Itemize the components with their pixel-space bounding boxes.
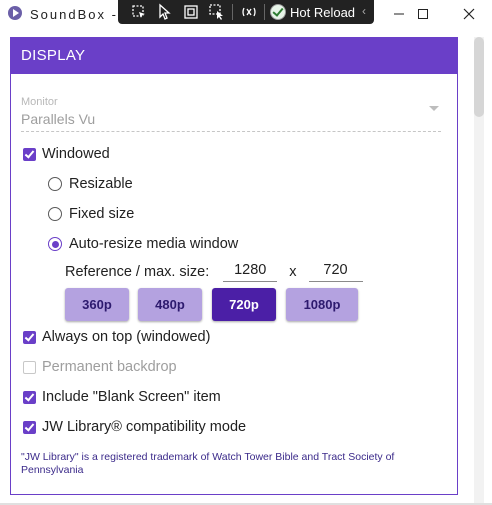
permanent-backdrop-checkbox[interactable]: Permanent backdrop xyxy=(23,359,177,375)
maximize-button[interactable] xyxy=(400,0,446,28)
resolution-720p-button[interactable]: 720p xyxy=(212,288,276,321)
checkbox-checked-icon xyxy=(23,390,36,404)
jw-library-checkbox[interactable]: JW Library® compatibility mode xyxy=(23,419,246,435)
resolution-1080p-button[interactable]: 1080p xyxy=(286,288,358,321)
app-icon xyxy=(8,6,22,20)
maximize-icon xyxy=(418,9,428,19)
toolbar-separator xyxy=(232,4,233,20)
checkbox-checked-icon xyxy=(23,330,36,344)
scrollbar-thumb[interactable] xyxy=(474,37,484,117)
fixed-size-radio[interactable]: Fixed size xyxy=(48,206,134,222)
resizable-radio[interactable]: Resizable xyxy=(48,176,133,192)
auto-resize-label: Auto-resize media window xyxy=(69,236,239,252)
resizable-label: Resizable xyxy=(69,176,133,192)
radio-unselected-icon xyxy=(48,177,62,191)
fixed-size-label: Fixed size xyxy=(69,206,135,222)
blank-screen-checkbox[interactable]: Include "Blank Screen" item xyxy=(23,389,221,405)
auto-resize-radio[interactable]: Auto-resize media window xyxy=(48,236,238,252)
reference-size-label: Reference / max. size: xyxy=(65,264,210,280)
layout-bounds-icon[interactable] xyxy=(182,3,200,21)
checkbox-checked-icon xyxy=(23,147,36,161)
windowed-label: Windowed xyxy=(42,146,110,162)
reference-width-input[interactable] xyxy=(223,262,278,282)
blank-screen-label: Include "Blank Screen" item xyxy=(42,389,221,405)
always-on-top-label: Always on top (windowed) xyxy=(42,329,211,345)
resolution-360p-button[interactable]: 360p xyxy=(65,288,129,321)
display-settings-card: DISPLAY Monitor Parallels Vu Windowed Re… xyxy=(10,37,458,495)
jw-library-label: JW Library® compatibility mode xyxy=(42,419,247,435)
always-on-top-checkbox[interactable]: Always on top (windowed) xyxy=(23,329,210,345)
close-button[interactable] xyxy=(446,0,492,28)
size-separator: x xyxy=(289,264,297,280)
windowed-checkbox[interactable]: Windowed xyxy=(23,146,110,162)
resolution-480p-button[interactable]: 480p xyxy=(138,288,202,321)
checkbox-unchecked-icon xyxy=(23,360,36,374)
track-focus-icon[interactable] xyxy=(208,3,226,21)
checkbox-checked-icon xyxy=(23,420,36,434)
chevron-left-icon[interactable]: ‹ xyxy=(362,4,366,18)
hot-reload-label: Hot Reload xyxy=(290,4,356,20)
title-bar: SoundBox - ( Hot Reload ‹ xyxy=(0,0,492,28)
monitor-label: Monitor xyxy=(21,96,58,108)
reference-height-input[interactable] xyxy=(308,262,363,282)
toolbar-separator xyxy=(264,4,265,20)
trademark-note: "JW Library" is a registered trademark o… xyxy=(21,451,395,476)
radio-unselected-icon xyxy=(48,207,62,221)
cursor-icon[interactable] xyxy=(156,3,174,21)
select-element-icon[interactable] xyxy=(130,3,148,21)
check-circle-icon xyxy=(270,4,286,20)
hot-reload-status[interactable]: Hot Reload xyxy=(270,2,355,22)
devtools-toolbar: Hot Reload ‹ xyxy=(118,0,374,24)
close-icon xyxy=(463,8,475,20)
dropdown-arrow-icon xyxy=(429,106,439,111)
permanent-backdrop-label: Permanent backdrop xyxy=(42,359,177,375)
radio-selected-icon xyxy=(48,237,62,251)
reference-size-row: Reference / max. size: x xyxy=(65,262,363,282)
binding-failures-icon[interactable] xyxy=(240,3,258,21)
section-header: DISPLAY xyxy=(11,38,457,74)
monitor-value: Parallels Vu xyxy=(21,111,441,132)
monitor-select[interactable]: Monitor Parallels Vu xyxy=(21,96,441,132)
window-title: SoundBox - ( xyxy=(30,7,130,22)
